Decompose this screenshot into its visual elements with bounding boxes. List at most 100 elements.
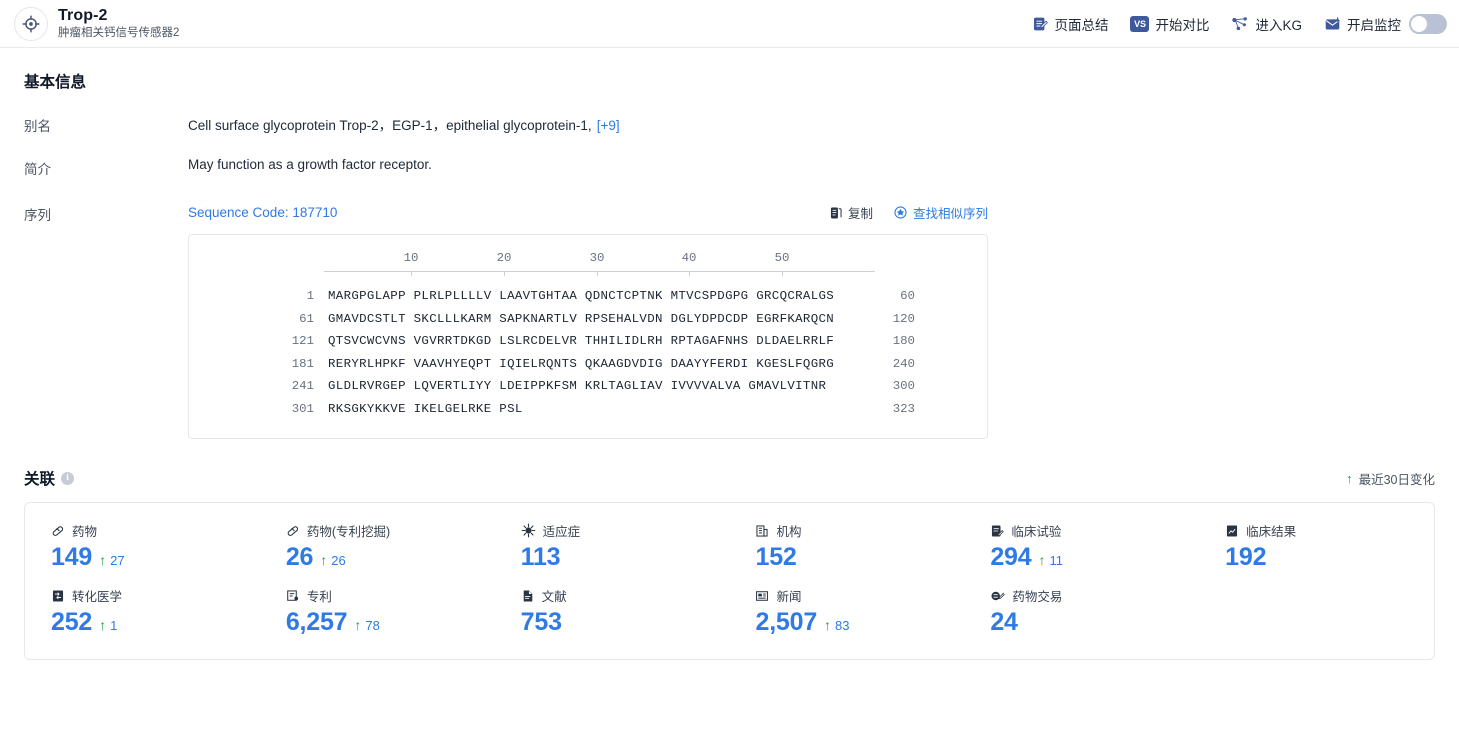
related-title: 关联: [24, 471, 56, 488]
start-compare-button[interactable]: VS 开始对比: [1130, 14, 1209, 34]
stat-label-wrap: 机构: [755, 521, 964, 540]
sequence-code-link[interactable]: Sequence Code: 187710: [188, 205, 337, 220]
stat-label: 专利: [306, 590, 332, 604]
up-arrow-icon: ↑: [1038, 552, 1046, 568]
news-icon: [755, 589, 769, 603]
stat-delta: ↑ 1: [99, 618, 117, 633]
stat-card-news[interactable]: 新闻 2,507 ↑ 83: [729, 586, 964, 637]
stats-panel: 药物 149 ↑ 27 药物(专利挖掘) 26 ↑ 26 适应症 113 机构 …: [24, 502, 1435, 660]
stat-card-indication[interactable]: 适应症 113: [495, 521, 730, 572]
stat-card-clinical-trial[interactable]: 临床试验 294 ↑ 11: [964, 521, 1199, 572]
enter-kg-button[interactable]: 进入KG: [1231, 14, 1302, 34]
sequence-end-index: 120: [892, 311, 915, 326]
stat-label: 转化医学: [72, 590, 123, 604]
stat-card-literature[interactable]: 文献 753: [495, 586, 730, 637]
sequence-residues: RKSGKYKKVE IKELGELRKE PSL: [328, 401, 523, 416]
up-arrow-icon: ↑: [99, 617, 107, 633]
stat-value: 24: [990, 608, 1018, 636]
stat-card-clinical-result[interactable]: 临床结果 192: [1199, 521, 1434, 572]
stat-card-drug-patent-mining[interactable]: 药物(专利挖掘) 26 ↑ 26: [260, 521, 495, 572]
sequence-line: 61 GMAVDCSTLT SKCLLLKARM SAPKNARTLV RPSE…: [189, 308, 987, 331]
sequence-line: 181 RERYRLHPKF VAAVHYEQPT IQIELRQNTS QKA…: [189, 353, 987, 376]
sequence-residues: RERYRLHPKF VAAVHYEQPT IQIELRQNTS QKAAGDV…: [328, 356, 835, 371]
virus-icon: [521, 523, 536, 538]
stat-label-wrap: 专利: [286, 586, 495, 605]
stat-delta-value: 26: [331, 552, 346, 568]
sequence-end-index: 240: [892, 356, 915, 371]
stat-label: 临床结果: [1246, 525, 1297, 539]
ruler-tick-mark: [504, 271, 505, 276]
copy-icon: [829, 206, 843, 220]
clinical-trial-icon: [990, 524, 1005, 538]
pill-icon: [286, 524, 300, 538]
stat-value-row: 252 ↑ 1: [51, 608, 260, 637]
stat-label: 药物: [72, 525, 98, 539]
sequence-header: Sequence Code: 187710 复制 查找相似序列: [188, 203, 988, 222]
stat-value: 192: [1225, 543, 1267, 571]
app-header: Trop-2 肿瘤相关钙信号传感器2 页面总结 VS 开始对比 进入KG 开启监…: [0, 0, 1459, 48]
vs-badge-icon: VS: [1130, 16, 1150, 32]
find-similar-sequence-button[interactable]: 查找相似序列: [893, 203, 988, 222]
sequence-line: 301 RKSGKYKKVE IKELGELRKE PSL 323: [189, 398, 987, 421]
stat-value: 149: [51, 543, 93, 571]
copy-sequence-button[interactable]: 复制: [829, 203, 873, 222]
alias-more-link[interactable]: [+9]: [597, 118, 620, 133]
sequence-end-index: 60: [900, 289, 915, 303]
stat-label: 药物交易: [1012, 590, 1063, 604]
sequence-residues: QTSVCWCVNS VGVRRTDKGD LSLRCDELVR THHILID…: [328, 334, 835, 348]
stat-card-translational-medicine[interactable]: 转化医学 252 ↑ 1: [25, 586, 260, 637]
stat-label-wrap: 文献: [521, 586, 730, 605]
stat-label-wrap: 适应症: [521, 521, 730, 540]
stat-card-organization[interactable]: 机构 152: [729, 521, 964, 572]
stat-label: 临床试验: [1011, 525, 1062, 539]
stat-delta-value: 1: [110, 617, 118, 633]
ruler-tick-mark: [689, 271, 690, 276]
sequence-ruler: 10 20 30 40 50: [189, 251, 987, 277]
monitor-icon: [1324, 16, 1341, 32]
stat-value-row: 6,257 ↑ 78: [286, 608, 495, 637]
enable-monitor-label: 开启监控: [1347, 18, 1401, 33]
brand: Trop-2 肿瘤相关钙信号传感器2: [14, 6, 179, 41]
sequence-row: 序列 Sequence Code: 187710 复制 查找相似序列 10 20…: [24, 203, 1459, 439]
basic-info-section: 基本信息 别名 Cell surface glycoprotein Trop-2…: [0, 48, 1459, 439]
sequence-residues: MARGPGLAPP PLRLPLLLLV LAAVTGHTAA QDNCTCP…: [328, 289, 835, 303]
stat-value-row: 24: [990, 608, 1199, 637]
stat-value-row: 192: [1225, 543, 1434, 572]
stat-label-wrap: 药物交易: [990, 586, 1199, 605]
sequence-residues: GMAVDCSTLT SKCLLLKARM SAPKNARTLV RPSEHAL…: [328, 311, 835, 326]
sequence-line: 1 MARGPGLAPP PLRLPLLLLV LAAVTGHTAA QDNCT…: [189, 285, 987, 308]
stat-value: 113: [520, 543, 561, 571]
ruler-line: [324, 271, 875, 272]
sequence-label: 序列: [24, 208, 51, 223]
alias-value: Cell surface glycoprotein Trop-2，EGP-1，e…: [188, 118, 592, 133]
info-icon[interactable]: i: [61, 471, 75, 485]
stat-label-wrap: 药物(专利挖掘): [286, 521, 495, 540]
stat-label-wrap: 新闻: [755, 586, 964, 605]
stat-value-row: 294 ↑ 11: [990, 543, 1199, 572]
stat-value: 252: [51, 608, 93, 636]
stat-card-drug[interactable]: 药物 149 ↑ 27: [25, 521, 260, 572]
stat-delta-value: 78: [365, 617, 380, 633]
similar-sequence-icon: [893, 205, 908, 220]
brand-text: Trop-2 肿瘤相关钙信号传感器2: [58, 7, 179, 40]
sequence-line: 241 GLDLRVRGEP LQVERTLIYY LDEIPPKFSM KRL…: [189, 375, 987, 398]
page-summary-button[interactable]: 页面总结: [1032, 14, 1108, 34]
stat-card-patent[interactable]: 专利 6,257 ↑ 78: [260, 586, 495, 637]
find-similar-label: 查找相似序列: [912, 207, 988, 221]
monitor-toggle[interactable]: [1409, 14, 1447, 34]
stat-delta: ↑ 78: [354, 618, 379, 633]
description-label: 简介: [24, 162, 51, 177]
knowledge-graph-icon: [1231, 16, 1249, 32]
stat-delta: ↑ 27: [99, 553, 124, 568]
stat-label-wrap: 临床结果: [1225, 521, 1434, 540]
ruler-tick-mark: [597, 271, 598, 276]
up-arrow-icon: ↑: [354, 617, 362, 633]
copy-label: 复制: [847, 207, 873, 221]
stat-card-drug-deal[interactable]: 药物交易 24: [964, 586, 1199, 637]
stat-delta: ↑ 83: [824, 618, 849, 633]
alias-label: 别名: [24, 119, 51, 134]
stat-value: 753: [520, 608, 562, 636]
pill-icon: [51, 524, 65, 538]
enable-monitor-button[interactable]: 开启监控: [1324, 14, 1447, 34]
stat-value: 26: [285, 543, 314, 571]
